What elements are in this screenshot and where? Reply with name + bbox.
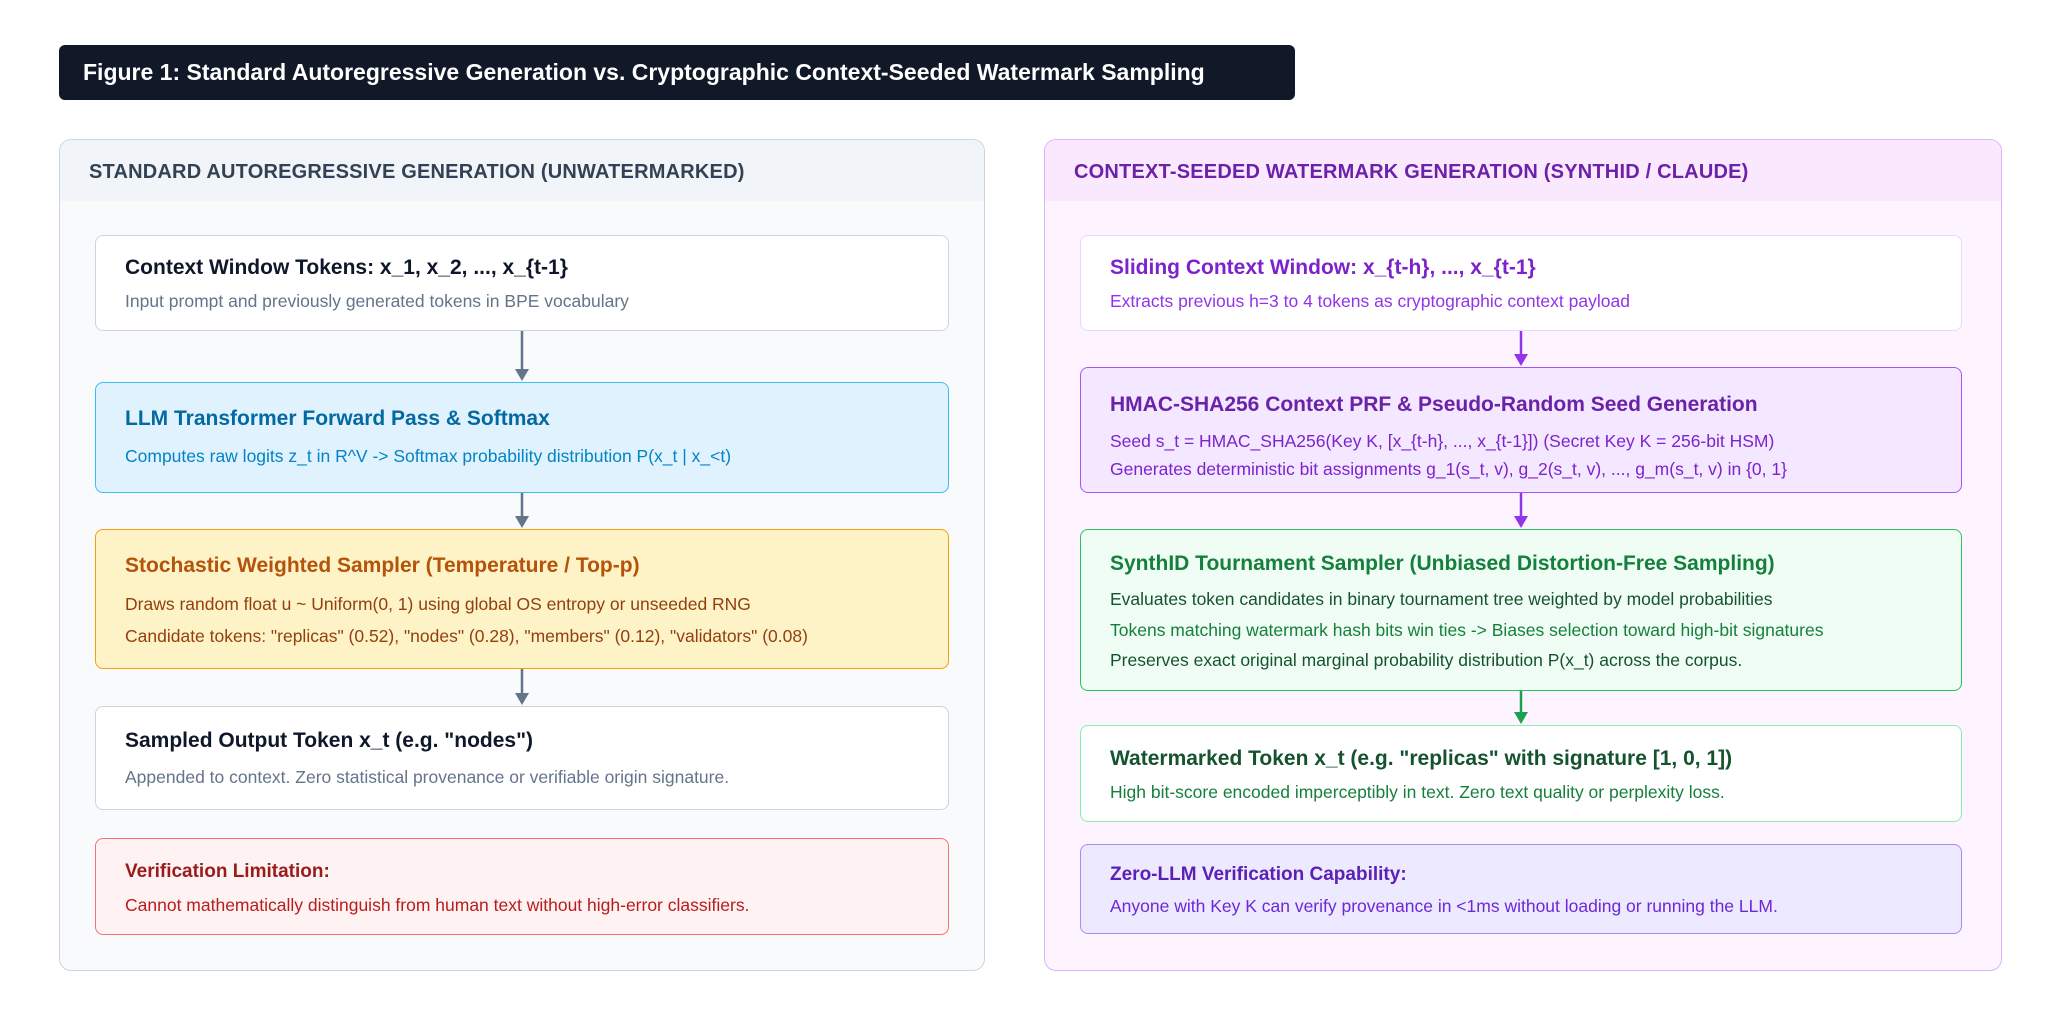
transformer-forward-box: LLM Transformer Forward Pass & Softmax C… (95, 382, 949, 493)
sampled-token-desc: Appended to context. Zero statistical pr… (125, 767, 730, 787)
verification-limitation-title: Verification Limitation: (125, 861, 330, 882)
tournament-sampler-title: SynthID Tournament Sampler (Unbiased Dis… (1110, 552, 1775, 575)
sampled-token-title: Sampled Output Token x_t (e.g. "nodes") (125, 729, 534, 752)
hmac-prf-desc-1: Seed s_t = HMAC_SHA256(Key K, [x_{t-h}, … (1110, 431, 1775, 451)
figure-title: Figure 1: Standard Autoregressive Genera… (59, 45, 1295, 100)
standard-panel-header: STANDARD AUTOREGRESSIVE GENERATION (UNWA… (60, 140, 984, 201)
context-window-box: Context Window Tokens: x_1, x_2, ..., x_… (95, 235, 949, 331)
hmac-prf-desc-2: Generates deterministic bit assignments … (1110, 459, 1787, 479)
sampled-token-box: Sampled Output Token x_t (e.g. "nodes") … (95, 706, 949, 810)
arrow-down-icon (1514, 691, 1528, 724)
hmac-prf-title: HMAC-SHA256 Context PRF & Pseudo-Random … (1110, 393, 1758, 416)
standard-generation-panel: STANDARD AUTOREGRESSIVE GENERATION (UNWA… (59, 139, 985, 971)
tournament-sampler-box: SynthID Tournament Sampler (Unbiased Dis… (1080, 529, 1962, 691)
tournament-sampler-desc-1: Evaluates token candidates in binary tou… (1110, 589, 1773, 609)
context-window-title: Context Window Tokens: x_1, x_2, ..., x_… (125, 256, 568, 279)
arrow-down-icon (1514, 331, 1528, 366)
watermarked-token-box: Watermarked Token x_t (e.g. "replicas" w… (1080, 725, 1962, 822)
arrow-down-icon (515, 331, 529, 381)
stochastic-sampler-title: Stochastic Weighted Sampler (Temperature… (125, 554, 640, 577)
watermarked-token-desc: High bit-score encoded imperceptibly in … (1110, 782, 1725, 802)
transformer-forward-title: LLM Transformer Forward Pass & Softmax (125, 407, 550, 430)
watermark-generation-panel: CONTEXT-SEEDED WATERMARK GENERATION (SYN… (1044, 139, 2002, 971)
tournament-sampler-desc-2: Tokens matching watermark hash bits win … (1110, 620, 1824, 640)
sliding-context-desc: Extracts previous h=3 to 4 tokens as cry… (1110, 291, 1630, 311)
zero-llm-verification-title: Zero-LLM Verification Capability: (1110, 864, 1407, 885)
stochastic-sampler-desc-2: Candidate tokens: "replicas" (0.52), "no… (125, 626, 808, 646)
sliding-context-box: Sliding Context Window: x_{t-h}, ..., x_… (1080, 235, 1962, 331)
context-window-desc: Input prompt and previously generated to… (125, 291, 629, 311)
zero-llm-verification-box: Zero-LLM Verification Capability: Anyone… (1080, 844, 1962, 934)
verification-limitation-desc: Cannot mathematically distinguish from h… (125, 895, 750, 915)
watermarked-token-title: Watermarked Token x_t (e.g. "replicas" w… (1110, 747, 1733, 770)
verification-limitation-box: Verification Limitation: Cannot mathemat… (95, 838, 949, 935)
arrow-down-icon (515, 493, 529, 528)
sliding-context-title: Sliding Context Window: x_{t-h}, ..., x_… (1110, 256, 1536, 279)
tournament-sampler-desc-3: Preserves exact original marginal probab… (1110, 650, 1743, 670)
transformer-forward-desc: Computes raw logits z_t in R^V -> Softma… (125, 446, 732, 466)
watermark-panel-header: CONTEXT-SEEDED WATERMARK GENERATION (SYN… (1045, 140, 2001, 201)
stochastic-sampler-desc-1: Draws random float u ~ Uniform(0, 1) usi… (125, 594, 751, 614)
arrow-down-icon (515, 669, 529, 705)
hmac-prf-box: HMAC-SHA256 Context PRF & Pseudo-Random … (1080, 367, 1962, 493)
zero-llm-verification-desc: Anyone with Key K can verify provenance … (1110, 896, 1778, 916)
stochastic-sampler-box: Stochastic Weighted Sampler (Temperature… (95, 529, 949, 669)
arrow-down-icon (1514, 493, 1528, 528)
